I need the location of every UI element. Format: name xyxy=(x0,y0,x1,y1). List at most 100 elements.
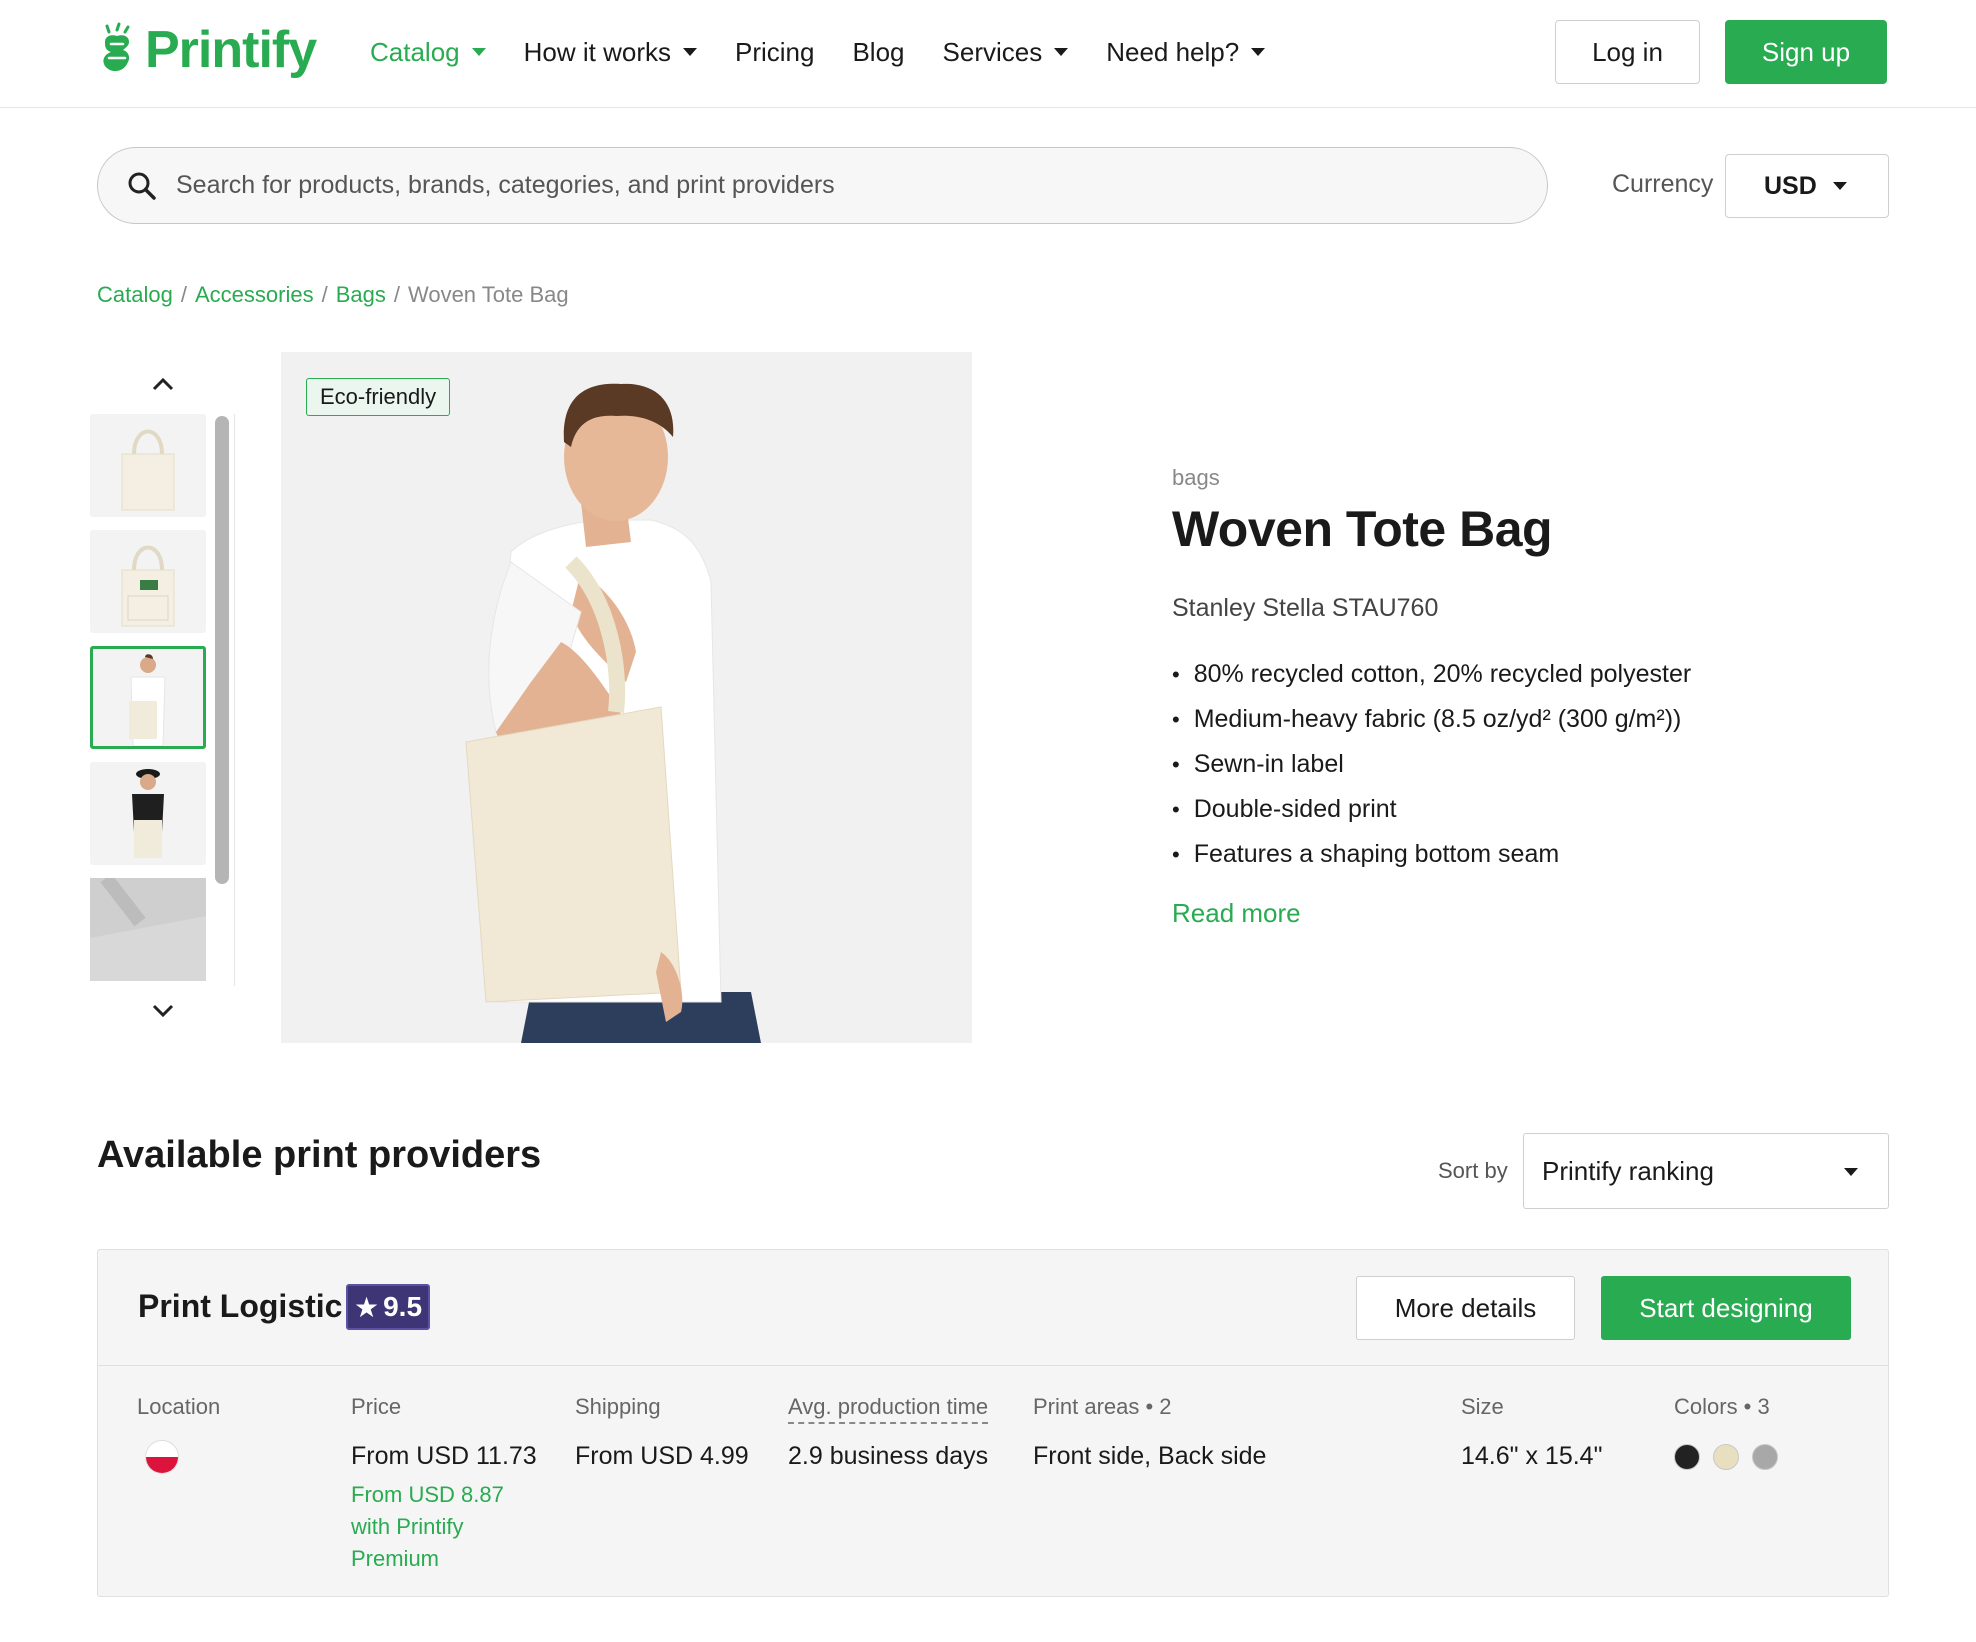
read-more-link[interactable]: Read more xyxy=(1172,898,1301,929)
currency-label: Currency xyxy=(1612,170,1714,198)
product-features: 80% recycled cotton, 20% recycled polyes… xyxy=(1172,652,1691,877)
sort-value: Printify ranking xyxy=(1542,1155,1714,1186)
brand-name: Printify xyxy=(145,21,317,79)
breadcrumb-current: Woven Tote Bag xyxy=(407,282,569,307)
price-column: Price From USD 11.73 From USD 8.87 with … xyxy=(351,1394,537,1575)
more-details-button[interactable]: More details xyxy=(1356,1276,1575,1340)
chevron-down-icon xyxy=(471,48,486,56)
shipping-label: Shipping xyxy=(575,1394,661,1419)
size-value: 14.6" x 15.4" xyxy=(1461,1442,1603,1470)
breadcrumb-accessories[interactable]: Accessories xyxy=(195,282,314,308)
provider-name[interactable]: Print Logistic xyxy=(138,1288,342,1325)
thumbnail-woman-with-tote[interactable] xyxy=(90,762,206,865)
price-value: From USD 11.73 xyxy=(351,1442,537,1470)
thumbnail-scrollbar[interactable] xyxy=(215,416,229,884)
breadcrumb: Catalog / Accessories / Bags / Woven Tot… xyxy=(97,282,569,308)
main-product-image[interactable] xyxy=(281,352,972,1043)
thumbnail-tote-design[interactable] xyxy=(90,530,206,633)
breadcrumb-separator: / xyxy=(321,282,328,307)
providers-title: Available print providers xyxy=(97,1134,542,1176)
location-column: Location xyxy=(137,1394,220,1474)
nav-pricing-label: Pricing xyxy=(734,36,815,67)
nav-services-label: Services xyxy=(942,36,1043,67)
feature-item: Sewn-in label xyxy=(1172,742,1691,787)
site-header: Printify Catalog How it works Pricing Bl… xyxy=(0,0,1976,108)
chevron-down-icon xyxy=(1251,48,1266,56)
production-time-label[interactable]: Avg. production time xyxy=(788,1394,989,1424)
nav-pricing[interactable]: Pricing xyxy=(735,32,814,72)
breadcrumb-bags[interactable]: Bags xyxy=(336,282,386,308)
thumbnail-scroll-up[interactable] xyxy=(148,369,178,399)
production-column: Avg. production time 2.9 business days xyxy=(788,1394,989,1471)
provider-rating-badge: ★ 9.5 xyxy=(346,1284,431,1330)
color-swatch[interactable] xyxy=(1674,1444,1700,1470)
search-input[interactable] xyxy=(176,171,1476,200)
nav-need-help[interactable]: Need help? xyxy=(1106,32,1266,72)
start-designing-button[interactable]: Start designing xyxy=(1601,1276,1851,1340)
location-label: Location xyxy=(137,1394,221,1419)
main-nav: Catalog How it works Pricing Blog Servic… xyxy=(370,32,1303,72)
nav-blog[interactable]: Blog xyxy=(852,32,904,72)
login-button[interactable]: Log in xyxy=(1555,20,1700,84)
production-time-value: 2.9 business days xyxy=(788,1442,989,1470)
shipping-column: Shipping From USD 4.99 xyxy=(575,1394,749,1471)
product-category: bags xyxy=(1172,465,1220,490)
print-areas-label: Print areas • 2 xyxy=(1033,1394,1172,1419)
feature-item: Medium-heavy fabric (8.5 oz/yd² (300 g/m… xyxy=(1172,697,1691,742)
chevron-down-icon xyxy=(682,48,697,56)
thumbnail-scroll-down[interactable] xyxy=(148,996,178,1026)
sort-label: Sort by xyxy=(1438,1158,1508,1183)
provider-rating: 9.5 xyxy=(383,1291,423,1322)
thumbnail-list xyxy=(90,414,206,982)
printify-logo-icon xyxy=(103,22,130,72)
poland-flag-icon xyxy=(145,1440,179,1474)
print-areas-value: Front side, Back side xyxy=(1033,1442,1267,1470)
nav-catalog-label: Catalog xyxy=(370,36,460,67)
premium-price-link[interactable]: From USD 8.87 with Printify Premium xyxy=(351,1479,521,1575)
tote-bag-thumbnail xyxy=(121,429,175,511)
chevron-down-icon xyxy=(1844,1168,1858,1176)
breadcrumb-separator: / xyxy=(393,282,400,307)
feature-item: Double-sided print xyxy=(1172,787,1691,832)
currency-value: USD xyxy=(1764,171,1817,200)
color-swatch[interactable] xyxy=(1752,1444,1778,1470)
nav-catalog[interactable]: Catalog xyxy=(370,32,486,72)
printify-logo[interactable]: Printify xyxy=(97,20,317,80)
feature-item: 80% recycled cotton, 20% recycled polyes… xyxy=(1172,652,1691,697)
chevron-down-icon xyxy=(1832,182,1847,190)
breadcrumb-catalog[interactable]: Catalog xyxy=(97,282,173,308)
chevron-down-icon xyxy=(152,1004,174,1018)
woman-with-tote-thumbnail xyxy=(132,769,164,858)
print-areas-column: Print areas • 2 Front side, Back side xyxy=(1033,1394,1266,1471)
thumbnail-man-with-tote[interactable] xyxy=(90,646,206,749)
eco-friendly-badge: Eco-friendly xyxy=(306,378,451,416)
color-swatches xyxy=(1674,1444,1778,1470)
search-bar[interactable] xyxy=(97,147,1548,224)
tote-closeup-thumbnail xyxy=(90,873,206,981)
chevron-up-icon xyxy=(152,377,174,391)
colors-label: Colors • 3 xyxy=(1674,1394,1770,1419)
feature-item: Features a shaping bottom seam xyxy=(1172,832,1691,877)
colors-column: Colors • 3 xyxy=(1674,1394,1778,1470)
signup-button[interactable]: Sign up xyxy=(1725,20,1887,84)
nav-need-help-label: Need help? xyxy=(1106,36,1240,67)
color-swatch[interactable] xyxy=(1713,1444,1739,1470)
provider-card: Print Logistic ★ 9.5 More details Start … xyxy=(97,1249,1889,1597)
nav-services[interactable]: Services xyxy=(943,32,1069,72)
chevron-down-icon xyxy=(1054,48,1069,56)
man-with-tote-thumbnail xyxy=(129,654,166,747)
star-icon: ★ xyxy=(354,1291,380,1323)
search-icon xyxy=(128,172,156,200)
size-label: Size xyxy=(1461,1394,1504,1419)
tote-bag-design-thumbnail xyxy=(121,545,175,627)
man-with-tote-image xyxy=(465,383,761,1043)
thumbnail-tote-closeup[interactable] xyxy=(90,873,206,981)
product-model: Stanley Stella STAU760 xyxy=(1172,594,1439,622)
shipping-value: From USD 4.99 xyxy=(575,1442,749,1470)
currency-select[interactable]: USD xyxy=(1725,154,1889,218)
provider-card-header: Print Logistic ★ 9.5 More details Start … xyxy=(98,1250,1888,1366)
product-title: Woven Tote Bag xyxy=(1172,501,1553,557)
sort-select[interactable]: Printify ranking xyxy=(1523,1133,1889,1209)
nav-how-it-works[interactable]: How it works xyxy=(524,32,697,72)
thumbnail-tote-plain[interactable] xyxy=(90,414,206,517)
